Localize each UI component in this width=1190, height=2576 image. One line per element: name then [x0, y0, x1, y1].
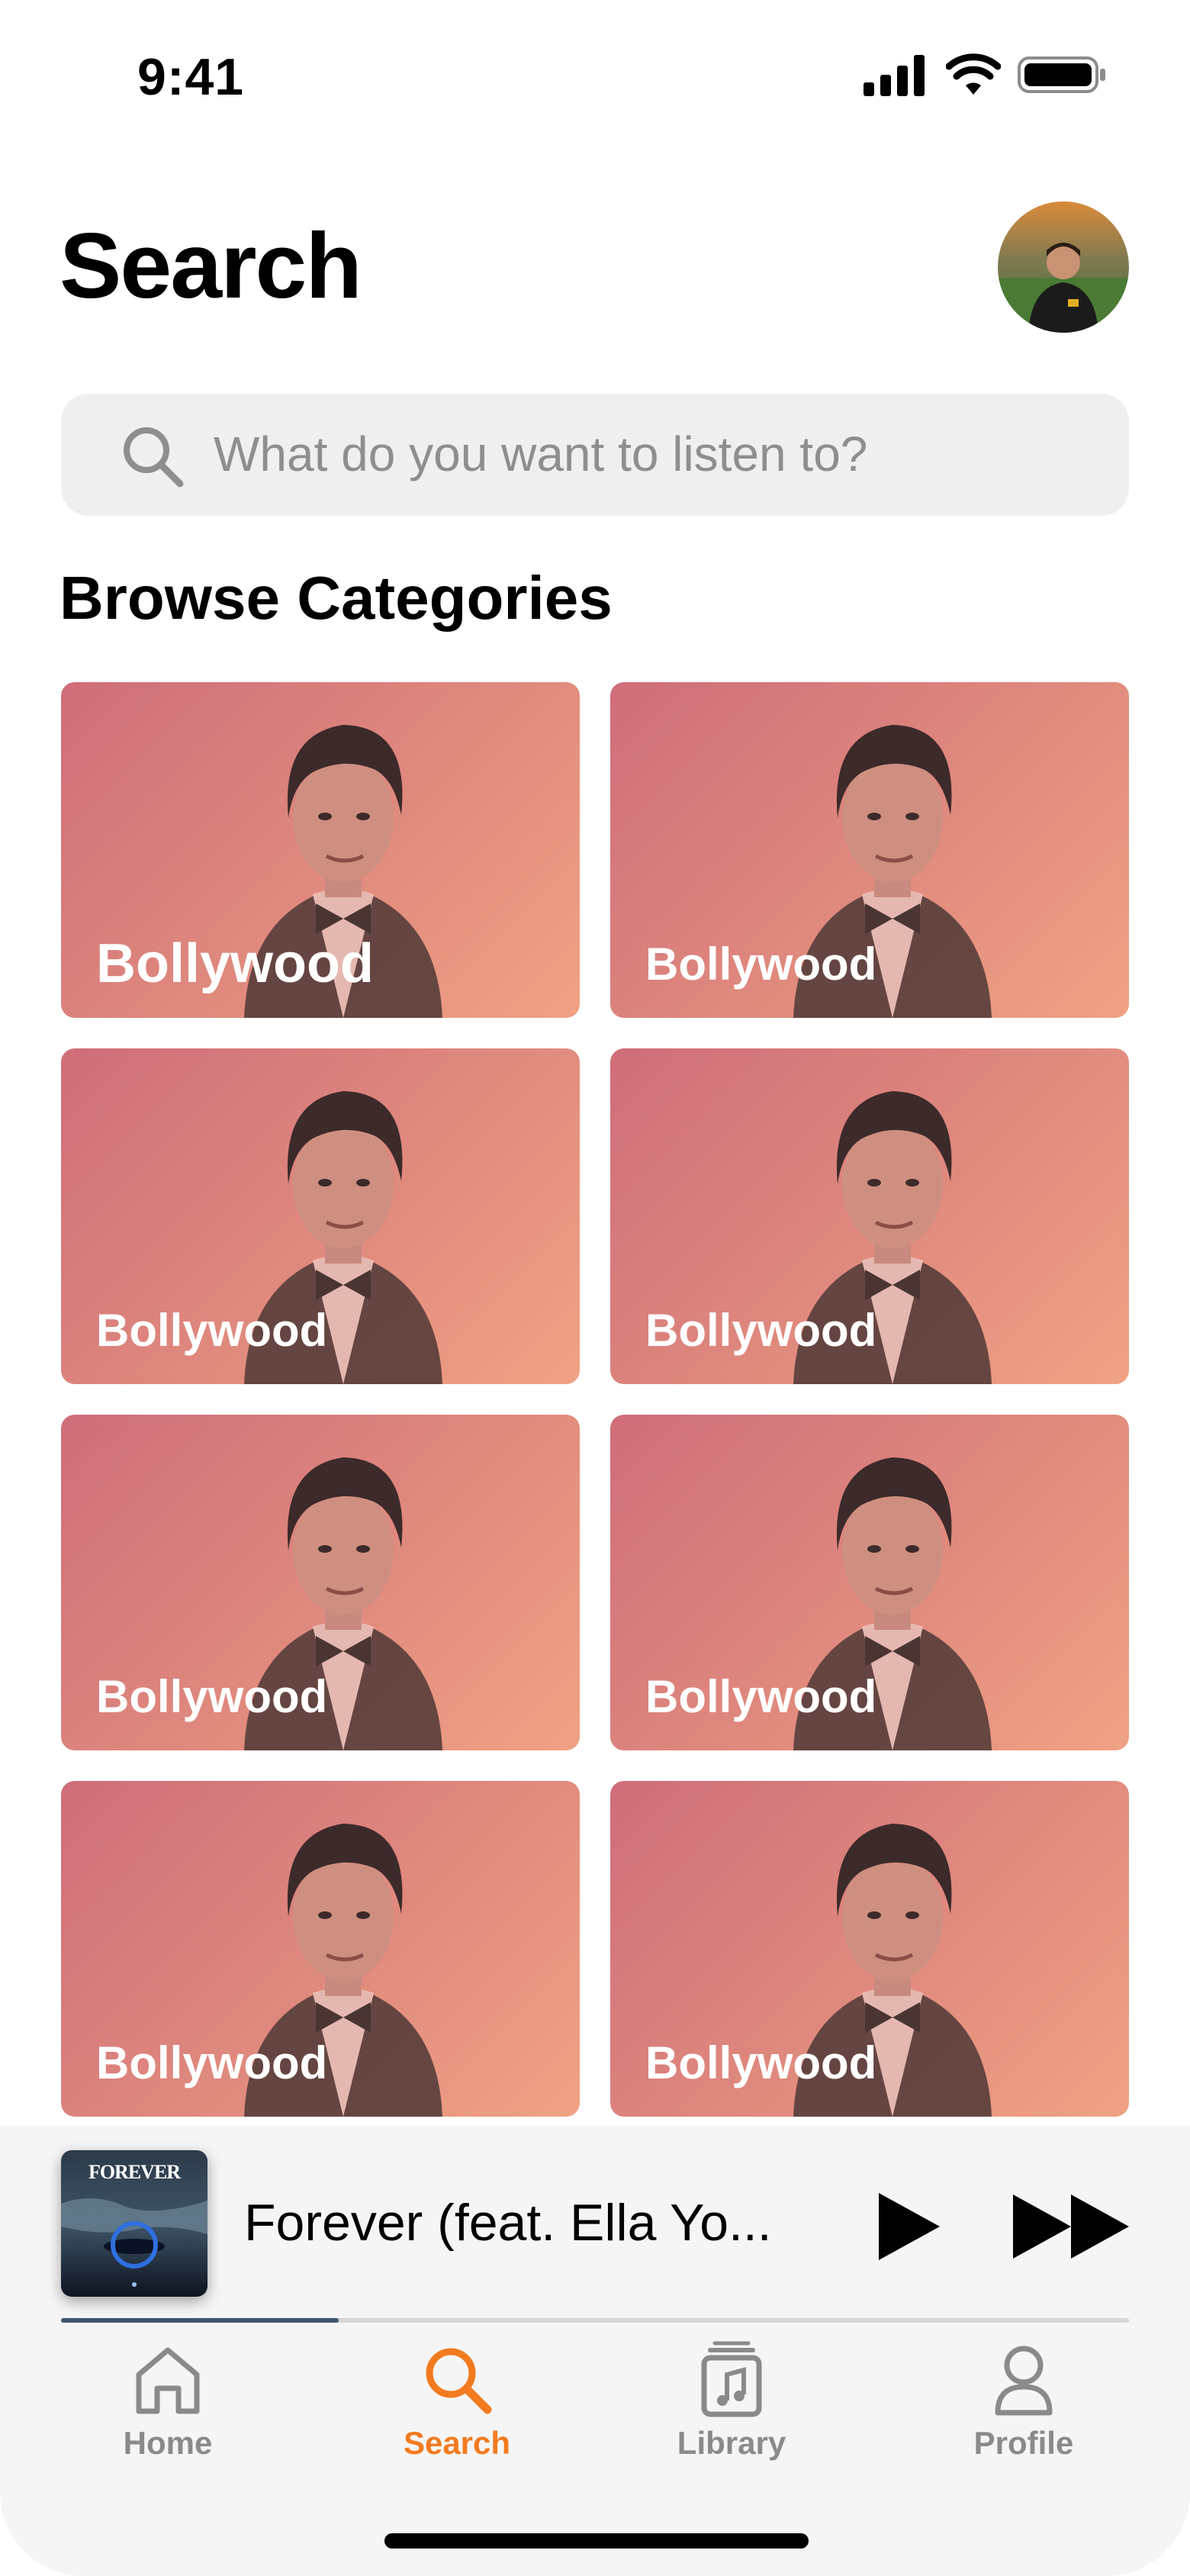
track-title[interactable]: Forever (feat. Ella Yo... — [244, 2193, 809, 2252]
page-title: Search — [60, 214, 362, 317]
tab-search-label: Search — [403, 2425, 511, 2461]
search-icon — [124, 427, 184, 488]
home-indicator — [384, 2533, 809, 2549]
category-grid: Bollywood Bollywood Bollywood Bollywood — [61, 682, 1129, 2117]
wifi-icon — [946, 53, 1001, 95]
category-label: Bollywood — [96, 2037, 328, 2088]
tab-library-label: Library — [677, 2425, 786, 2461]
category-card[interactable]: Bollywood — [61, 1415, 580, 1750]
skip-forward-button[interactable] — [1011, 2190, 1130, 2263]
profile-icon — [995, 2346, 1053, 2416]
library-icon — [701, 2341, 762, 2417]
category-card[interactable]: Bollywood — [610, 1415, 1129, 1750]
cellular-signal-icon — [864, 55, 925, 96]
play-button[interactable] — [876, 2190, 943, 2263]
category-label: Bollywood — [645, 939, 877, 990]
category-card[interactable]: Bollywood — [61, 1781, 580, 2117]
album-art-text: FOREVER — [88, 2161, 181, 2183]
status-icons — [864, 53, 1108, 96]
avatar[interactable] — [998, 201, 1129, 333]
category-label: Bollywood — [96, 933, 374, 994]
playback-progress-fill — [61, 2318, 339, 2323]
category-label: Bollywood — [645, 1305, 877, 1356]
tab-home-label: Home — [123, 2425, 213, 2461]
category-card[interactable]: Bollywood — [610, 1048, 1129, 1384]
category-card[interactable]: Bollywood — [610, 1781, 1129, 2117]
playback-progress-bar[interactable] — [61, 2318, 1129, 2323]
category-label: Bollywood — [645, 1671, 877, 1722]
tab-search[interactable]: Search — [365, 2341, 548, 2462]
category-label: Bollywood — [96, 1305, 328, 1356]
category-card[interactable]: Bollywood — [610, 682, 1129, 1018]
search-input[interactable] — [214, 420, 1091, 488]
tab-library[interactable]: Library — [640, 2341, 823, 2462]
tab-profile-label: Profile — [973, 2425, 1074, 2461]
home-icon — [136, 2347, 200, 2414]
screen: 9:41 Search What do you want to listen t… — [0, 0, 1190, 2576]
tab-profile[interactable]: Profile — [932, 2341, 1115, 2462]
tab-home[interactable]: Home — [76, 2341, 259, 2462]
category-card[interactable]: Bollywood — [61, 682, 580, 1018]
mini-player: FOREVER Forever (feat. Ella Yo... Home S… — [0, 2126, 1190, 2576]
browse-categories-title: Browse Categories — [60, 564, 613, 632]
search-bar[interactable] — [61, 394, 1129, 516]
status-time: 9:41 — [137, 48, 245, 106]
category-label: Bollywood — [96, 1671, 328, 1722]
album-art[interactable]: FOREVER — [61, 2150, 207, 2297]
category-card[interactable]: Bollywood — [61, 1048, 580, 1384]
battery-icon — [1018, 56, 1105, 93]
search-icon — [426, 2348, 492, 2414]
category-label: Bollywood — [645, 2037, 877, 2088]
